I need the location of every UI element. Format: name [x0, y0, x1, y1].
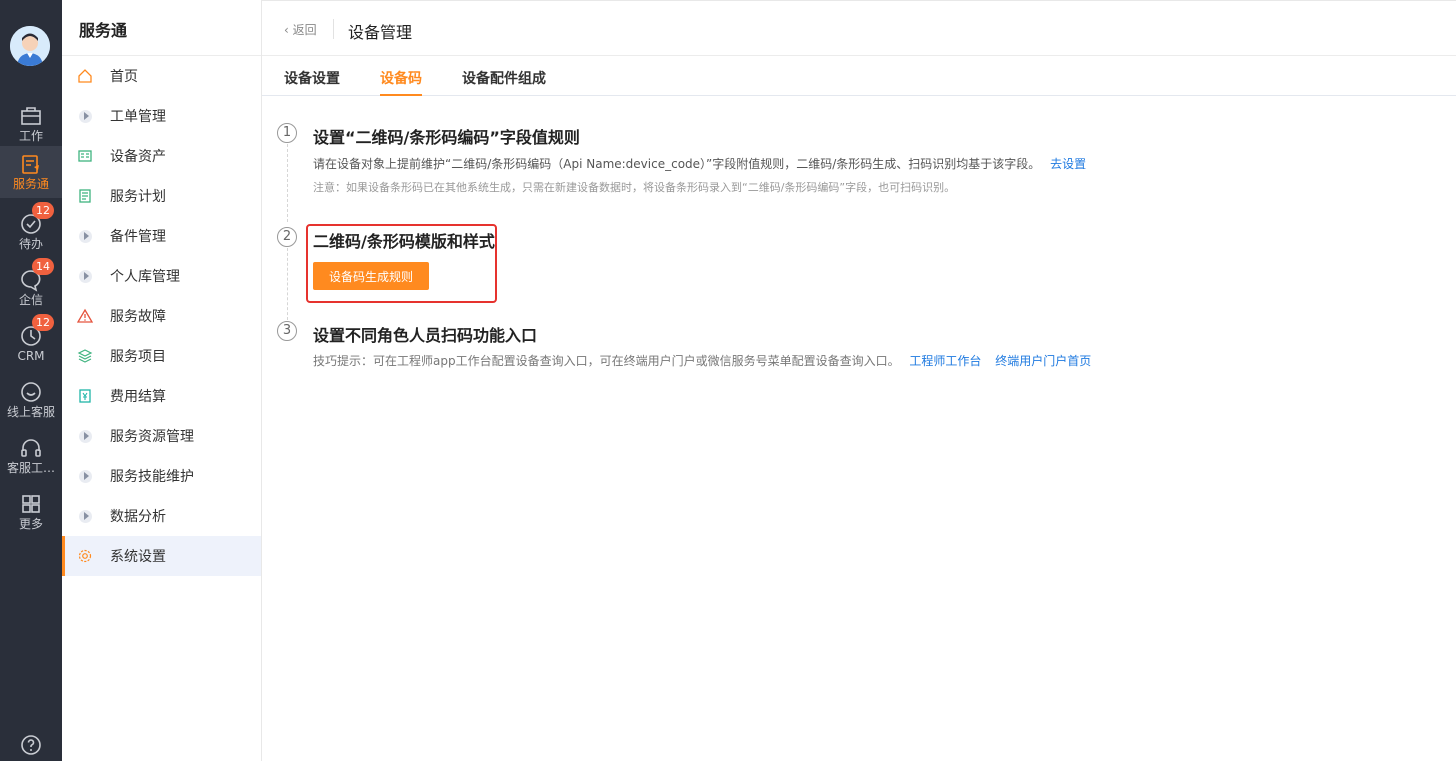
step-connector — [287, 248, 288, 320]
avatar[interactable] — [10, 26, 50, 66]
rail-label: 企信 — [18, 293, 43, 307]
sidebar-item-label: 服务故障 — [110, 309, 166, 325]
home-icon — [78, 69, 92, 83]
sidebar-item-label: 数据分析 — [110, 509, 166, 525]
step-connector — [287, 144, 288, 222]
step-description: 请在设备对象上提前维护“二维码/条形码编码（Api Name:device_co… — [313, 155, 1086, 172]
headset-icon — [21, 439, 41, 457]
badge-count: 12 — [32, 202, 54, 219]
rail-item-service[interactable]: 服务通 — [0, 146, 62, 198]
sidebar-item-home[interactable]: 首页 — [62, 56, 261, 96]
sidebar-item-workorders[interactable]: 工单管理 — [62, 96, 261, 136]
badge-count: 14 — [32, 258, 54, 275]
step-number: 3 — [277, 321, 297, 341]
badge-count: 12 — [32, 314, 54, 331]
sidebar-item-label: 设备资产 — [110, 149, 166, 165]
step-number: 1 — [277, 123, 297, 143]
step-description: 技巧提示：可在工程师app工作台配置设备查询入口，可在终端用户门户或微信服务号菜… — [313, 352, 1091, 369]
sidebar-item-label: 服务计划 — [110, 189, 166, 205]
header: ‹ 返回 设备管理 — [262, 0, 1456, 56]
step-number: 2 — [277, 227, 297, 247]
rail-item-work[interactable]: 工作 — [0, 98, 62, 150]
user-avatar-icon — [10, 26, 50, 66]
warning-icon — [77, 308, 93, 323]
sidebar-item-personal-stock[interactable]: 个人库管理 — [62, 256, 261, 296]
gear-icon — [78, 549, 92, 563]
rail-label: 客服工… — [6, 461, 55, 475]
sidebar-item-label: 备件管理 — [110, 229, 166, 245]
sidebar-item-skills[interactable]: 服务技能维护 — [62, 456, 261, 496]
go-settings-link[interactable]: 去设置 — [1050, 157, 1086, 171]
sidebar-item-label: 个人库管理 — [110, 269, 180, 285]
rail-label: 工作 — [18, 129, 43, 143]
step-title: 设置不同角色人员扫码功能入口 — [313, 326, 538, 345]
fee-icon — [79, 389, 91, 403]
step-title: 二维码/条形码模版和样式 — [313, 232, 495, 251]
sidebar-title: 服务通 — [79, 21, 128, 40]
sidebar-item-settings[interactable]: 系统设置 — [62, 536, 261, 576]
plan-icon — [79, 189, 91, 203]
tab-bar: 设备设置 设备码 设备配件组成 — [262, 56, 1456, 96]
sidebar-item-service-plan[interactable]: 服务计划 — [62, 176, 261, 216]
expand-icon — [78, 469, 92, 483]
sidebar: 服务通 首页 工单管理 设备资产 服务计划 备件管理 个人库管理 服务故障 服务… — [62, 0, 262, 761]
rail-item-more[interactable]: 更多 — [0, 486, 62, 538]
rail-label: 待办 — [18, 237, 43, 251]
rail-item-crm[interactable]: CRM 12 — [0, 314, 62, 370]
back-label: 返回 — [292, 23, 317, 37]
rail-label: 服务通 — [12, 177, 49, 191]
sidebar-item-service-items[interactable]: 服务项目 — [62, 336, 261, 376]
chevron-left-icon: ‹ — [284, 23, 289, 37]
sidebar-item-fees[interactable]: 费用结算 — [62, 376, 261, 416]
tab-device-settings[interactable]: 设备设置 — [284, 68, 340, 96]
rail-label: 更多 — [18, 517, 43, 531]
rail-item-todo[interactable]: 待办 12 — [0, 202, 62, 258]
sidebar-item-faults[interactable]: 服务故障 — [62, 296, 261, 336]
expand-icon — [78, 269, 92, 283]
divider — [333, 19, 334, 39]
rail-item-online-service[interactable]: 线上客服 — [0, 374, 62, 426]
main-content: ‹ 返回 设备管理 设备设置 设备码 设备配件组成 1 设置“二维码/条形码编码… — [262, 0, 1456, 761]
sidebar-item-label: 首页 — [110, 69, 138, 85]
sidebar-item-label: 工单管理 — [110, 109, 166, 125]
step-note: 注意：如果设备条形码已在其他系统生成，只需在新建设备数据时，将设备条形码录入到“… — [313, 181, 956, 194]
step-description-text: 技巧提示：可在工程师app工作台配置设备查询入口，可在终端用户门户或微信服务号菜… — [313, 354, 900, 368]
grid-icon — [22, 495, 40, 513]
engineer-workbench-link[interactable]: 工程师工作台 — [909, 354, 981, 368]
sidebar-item-label: 系统设置 — [110, 549, 166, 565]
rail-item-helpdesk[interactable]: 客服工… — [0, 430, 62, 482]
service-icon — [22, 155, 39, 174]
asset-icon — [78, 150, 92, 162]
code-generation-rules-button[interactable]: 设备码生成规则 — [313, 262, 429, 290]
sidebar-item-analytics[interactable]: 数据分析 — [62, 496, 261, 536]
expand-icon — [78, 429, 92, 443]
end-user-portal-link[interactable]: 终端用户门户首页 — [995, 354, 1091, 368]
expand-icon — [78, 509, 92, 523]
sidebar-item-label: 服务项目 — [110, 349, 166, 365]
sidebar-item-label: 服务技能维护 — [110, 469, 194, 485]
help-icon[interactable] — [19, 733, 43, 757]
step-description-text: 请在设备对象上提前维护“二维码/条形码编码（Api Name:device_co… — [313, 157, 1041, 171]
sidebar-item-assets[interactable]: 设备资产 — [62, 136, 261, 176]
tab-device-code[interactable]: 设备码 — [380, 68, 422, 96]
page-title: 设备管理 — [348, 23, 413, 42]
sidebar-item-spare-parts[interactable]: 备件管理 — [62, 216, 261, 256]
tab-device-parts[interactable]: 设备配件组成 — [462, 68, 546, 96]
rail-item-chat[interactable]: 企信 14 — [0, 258, 62, 314]
sidebar-item-label: 服务资源管理 — [110, 429, 194, 445]
rail-label: 线上客服 — [6, 405, 55, 419]
rail-label: CRM — [17, 349, 45, 363]
step-title: 设置“二维码/条形码编码”字段值规则 — [313, 128, 580, 147]
back-button[interactable]: ‹ 返回 — [284, 21, 317, 38]
expand-icon — [78, 109, 92, 123]
expand-icon — [78, 229, 92, 243]
sidebar-item-label: 费用结算 — [110, 389, 166, 405]
app-rail: 工作 服务通 待办 12 企信 14 CRM 12 线上客服 客服工… 更多 — [0, 0, 62, 761]
sidebar-item-resources[interactable]: 服务资源管理 — [62, 416, 261, 456]
smile-chat-icon — [21, 382, 41, 402]
layers-icon — [77, 349, 93, 363]
briefcase-icon — [21, 107, 41, 125]
